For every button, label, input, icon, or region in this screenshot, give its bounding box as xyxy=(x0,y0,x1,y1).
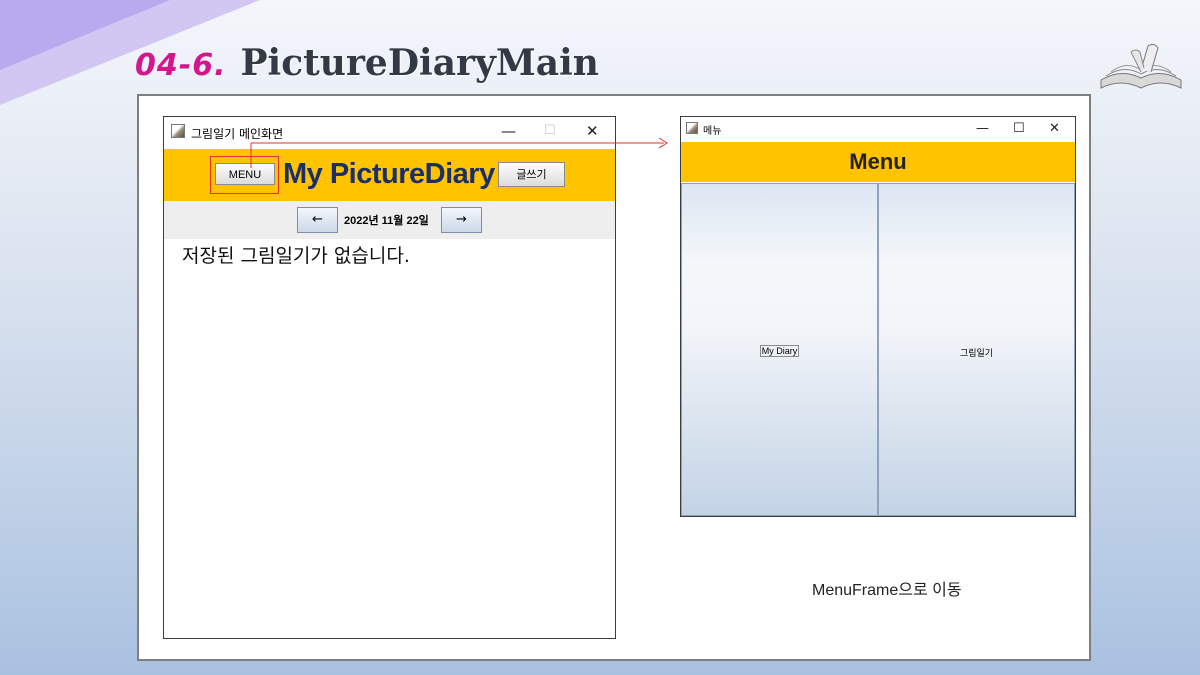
slide-title: 04-6. PictureDiaryMain xyxy=(135,42,599,84)
open-book-icon xyxy=(1100,43,1182,89)
content-panel: 그림일기 메인화면 — ☐ ✕ MENU My PictureDiary 글쓰기… xyxy=(137,94,1091,661)
slide-heading: PictureDiaryMain xyxy=(240,42,599,84)
slide-number: 04-6. xyxy=(135,48,227,83)
red-arrow-connector xyxy=(250,137,668,168)
